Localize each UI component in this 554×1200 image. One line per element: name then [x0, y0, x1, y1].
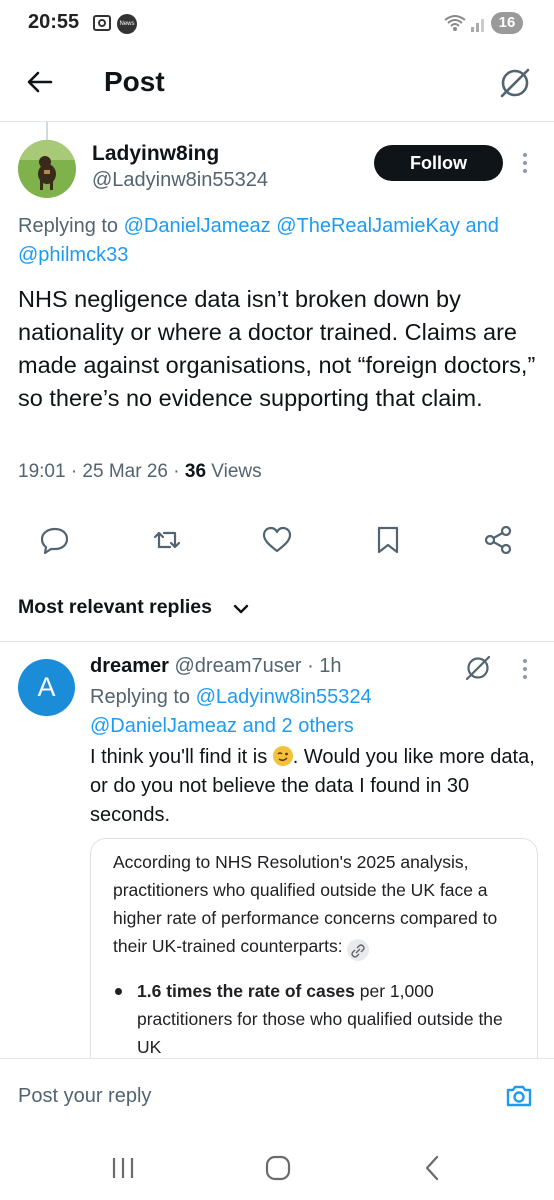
reply-attached-image[interactable]: According to NHS Resolution's 2025 analy…	[90, 838, 538, 1078]
replying-to: Replying to @DanielJameaz @TheRealJamieK…	[18, 212, 538, 270]
grok-icon[interactable]	[498, 66, 532, 100]
post-timestamp: 19:01 · 25 Mar 26 ·	[18, 461, 185, 482]
reply-replying-to: Replying to @Ladyinw8in55324 @DanielJamea…	[90, 683, 530, 741]
author-name[interactable]: Ladyinw8ing	[92, 142, 219, 166]
reply-header: dreamer @dream7user · 1h	[90, 655, 342, 678]
views-count: 36	[184, 461, 207, 482]
top-app-bar: Post	[0, 48, 554, 120]
reply-text: I think you'll find it is . Would you li…	[90, 743, 540, 830]
home-icon[interactable]	[264, 1154, 292, 1182]
reply-avatar[interactable]: A	[18, 659, 75, 716]
winking-face-emoji-icon	[272, 746, 293, 766]
replies-sort-dropdown[interactable]: Most relevant replies	[18, 596, 212, 619]
author-avatar[interactable]	[18, 140, 76, 198]
reply-replying-prefix: Replying to	[90, 686, 196, 708]
card-bullet-bold: 1.6 times the rate of cases	[137, 981, 355, 1001]
card-paragraph: According to NHS Resolution's 2025 analy…	[113, 848, 517, 961]
repost-icon[interactable]	[150, 523, 184, 557]
replying-to-links[interactable]: @DanielJameaz @TheRealJamieKay and	[124, 215, 499, 237]
page-title: Post	[104, 66, 165, 97]
author-handle[interactable]: @Ladyinw8in55324	[92, 169, 268, 192]
screenshot-icon	[93, 15, 111, 31]
more-options-icon[interactable]	[522, 153, 528, 177]
grok-icon[interactable]	[464, 654, 492, 682]
reply-text-part-1: I think you'll find it is	[90, 746, 273, 768]
replying-prefix: Replying to	[18, 215, 124, 237]
back-nav-icon[interactable]	[421, 1154, 443, 1182]
status-time: 20:55	[28, 11, 80, 33]
thread-line	[46, 122, 48, 140]
card-paragraph-text: According to NHS Resolution's 2025 analy…	[113, 852, 498, 956]
reply-replying-link-2[interactable]: @DanielJameaz and 2 others	[90, 715, 354, 737]
post-text: NHS negligence data isn’t broken down by…	[18, 286, 536, 411]
system-navigation-bar	[0, 1138, 554, 1200]
link-chain-icon	[347, 939, 370, 961]
follow-button[interactable]: Follow	[374, 145, 503, 181]
reply-author-name[interactable]: dreamer	[90, 655, 169, 677]
card-bullet-item: 1.6 times the rate of cases per 1,000 pr…	[113, 977, 517, 1061]
share-icon[interactable]	[481, 523, 515, 557]
bookmark-icon[interactable]	[371, 523, 405, 557]
wifi-icon	[444, 15, 466, 31]
views-label: Views	[206, 461, 262, 482]
status-bar: 20:55 News 16	[0, 0, 554, 48]
like-icon[interactable]	[260, 523, 294, 557]
signal-icon	[471, 19, 484, 32]
reply-icon[interactable]	[38, 523, 72, 557]
reply-composer[interactable]: Post your reply	[0, 1058, 554, 1138]
header-divider	[0, 121, 554, 122]
battery-indicator: 16	[491, 12, 523, 34]
replying-to-link-philmck33[interactable]: @philmck33	[18, 244, 128, 266]
replies-divider	[0, 641, 554, 642]
news-app-icon: News	[117, 14, 137, 34]
reply-more-options-icon[interactable]	[522, 659, 528, 683]
chevron-down-icon[interactable]	[232, 600, 250, 618]
reply-input-placeholder[interactable]: Post your reply	[18, 1085, 151, 1108]
camera-icon[interactable]	[504, 1081, 534, 1111]
back-arrow-icon[interactable]	[26, 68, 54, 96]
recent-apps-icon[interactable]	[110, 1156, 136, 1180]
reply-handle-time[interactable]: @dream7user · 1h	[169, 655, 341, 677]
reply-replying-link-1[interactable]: @Ladyinw8in55324	[196, 686, 372, 708]
post-metadata: 19:01 · 25 Mar 26 · 36 Views	[18, 461, 262, 483]
